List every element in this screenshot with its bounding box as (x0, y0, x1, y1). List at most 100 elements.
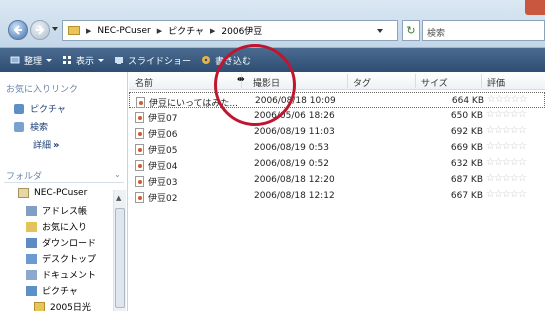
file-name: 伊豆06 (148, 130, 178, 140)
column-divider[interactable] (415, 74, 416, 88)
forward-arrow-icon (36, 25, 45, 35)
back-button[interactable] (8, 20, 28, 40)
column-divider[interactable] (347, 74, 348, 88)
favorite-link-pictures[interactable]: ピクチャ (14, 102, 66, 115)
organize-button[interactable]: 整理 (10, 54, 53, 67)
file-size: 692 KB (450, 127, 483, 137)
image-file-icon (135, 144, 144, 155)
file-size: 667 KB (450, 191, 483, 201)
file-date: 2006/08/19 11:03 (254, 127, 335, 137)
file-row[interactable]: 伊豆06 2006/08/19 11:03 692 KB ☆☆☆☆☆ (129, 124, 545, 140)
rating-stars[interactable]: ☆☆☆☆☆ (486, 157, 527, 168)
downloads-icon (26, 237, 37, 248)
column-header-name[interactable]: 名前 (135, 76, 153, 89)
column-header-date-taken[interactable]: 撮影日 (253, 76, 280, 89)
file-name: 伊豆04 (148, 162, 178, 172)
file-row[interactable]: 伊豆にいってはみた... 2006/08/18 10:09 664 KB ☆☆☆… (129, 92, 545, 109)
rating-stars[interactable]: ☆☆☆☆☆ (486, 109, 527, 120)
tree-item-label: アドレス帳 (42, 207, 88, 217)
tree-item-label: ダウンロード (42, 239, 97, 249)
address-bar-area: ▶ NEC-PCuser ▶ ピクチャ ▶ 2006伊豆 ↻ 検索 (0, 0, 545, 48)
breadcrumb-chevron-icon[interactable]: ▶ (210, 27, 215, 35)
favorite-link-search[interactable]: 検索 (14, 120, 48, 133)
pictures-icon (26, 285, 37, 296)
file-row[interactable]: 伊豆07 2006/05/06 18:26 650 KB ☆☆☆☆☆ (129, 108, 545, 124)
breadcrumb-item[interactable]: NEC-PCuser (97, 26, 150, 36)
file-row[interactable]: 伊豆02 2006/08/18 12:12 667 KB ☆☆☆☆☆ (129, 188, 545, 204)
rating-stars[interactable]: ☆☆☆☆☆ (486, 141, 527, 152)
tree-item-2005-nikko[interactable]: 2005日光 (34, 300, 91, 311)
file-date: 2006/05/06 18:26 (254, 111, 335, 121)
breadcrumb-chevron-icon[interactable]: ▶ (157, 27, 162, 35)
refresh-icon: ↻ (406, 24, 416, 37)
forward-button[interactable] (30, 20, 50, 40)
view-button[interactable]: 表示 (62, 54, 105, 67)
desktop-icon (26, 253, 37, 264)
address-dropdown-icon[interactable] (377, 29, 383, 33)
tree-item-desktop[interactable]: デスクトップ (26, 252, 96, 265)
chevron-down-icon[interactable]: ⌄ (114, 170, 121, 179)
breadcrumb-item[interactable]: ピクチャ (168, 24, 204, 37)
tree-item-favorites[interactable]: お気に入り (26, 220, 87, 233)
tree-item-pictures[interactable]: ピクチャ (26, 284, 78, 297)
burn-disc-icon (202, 56, 211, 64)
search-placeholder: 検索 (427, 29, 446, 39)
file-size: 632 KB (450, 159, 483, 169)
file-size: 664 KB (451, 96, 484, 106)
close-window-button[interactable] (525, 0, 545, 15)
file-size: 687 KB (450, 175, 483, 185)
tree-item-nec-pcuser[interactable]: NEC-PCuser (18, 188, 87, 198)
file-date: 2006/08/18 10:09 (255, 96, 336, 106)
tree-item-contacts[interactable]: アドレス帳 (26, 204, 87, 217)
file-name: 伊豆02 (148, 194, 178, 204)
double-chevron-icon: » (53, 140, 60, 151)
file-row[interactable]: 伊豆05 2006/08/19 0:53 669 KB ☆☆☆☆☆ (129, 140, 545, 156)
image-file-icon (135, 128, 144, 139)
folder-scrollbar[interactable]: ▲ (113, 190, 126, 311)
column-header-rating[interactable]: 評価 (487, 76, 505, 89)
folder-icon (68, 26, 80, 35)
refresh-button[interactable]: ↻ (402, 20, 420, 41)
column-header-size[interactable]: サイズ (421, 76, 448, 89)
file-date: 2006/08/18 12:20 (254, 175, 335, 185)
back-arrow-icon (13, 25, 22, 35)
details-link[interactable]: 詳細» (33, 138, 59, 151)
image-file-icon (135, 112, 144, 123)
file-row[interactable]: 伊豆03 2006/08/18 12:20 687 KB ☆☆☆☆☆ (129, 172, 545, 188)
tree-item-downloads[interactable]: ダウンロード (26, 236, 96, 249)
slideshow-button[interactable]: スライドショー (114, 54, 191, 67)
breadcrumb-item[interactable]: 2006伊豆 (221, 24, 262, 37)
file-name: 伊豆03 (148, 178, 178, 188)
folders-title[interactable]: フォルダ (6, 169, 42, 182)
recent-pages-dropdown[interactable] (52, 27, 58, 31)
rating-stars[interactable]: ☆☆☆☆☆ (486, 173, 527, 184)
breadcrumb-chevron-icon[interactable]: ▶ (86, 27, 91, 35)
tree-item-label: NEC-PCuser (34, 188, 88, 198)
view-label: 表示 (76, 56, 95, 67)
scroll-up-icon[interactable]: ▲ (116, 194, 121, 202)
contacts-icon (26, 205, 37, 216)
rating-stars[interactable]: ☆☆☆☆☆ (487, 94, 528, 105)
details-label: 詳細 (33, 141, 52, 151)
image-file-icon (135, 192, 144, 203)
address-field[interactable]: ▶ NEC-PCuser ▶ ピクチャ ▶ 2006伊豆 (62, 20, 398, 41)
file-size: 669 KB (450, 143, 483, 153)
tree-item-label: お気に入り (42, 223, 88, 233)
column-divider[interactable] (481, 74, 482, 88)
tree-item-label: ピクチャ (42, 287, 78, 297)
burn-button[interactable]: 書き込む (201, 54, 251, 67)
image-file-icon (136, 97, 145, 108)
tree-item-label: 2005日光 (50, 303, 91, 311)
scrollbar-thumb[interactable] (115, 208, 125, 308)
documents-icon (26, 269, 37, 280)
file-row[interactable]: 伊豆04 2006/08/19 0:52 632 KB ☆☆☆☆☆ (129, 156, 545, 172)
search-input[interactable]: 検索 (422, 20, 545, 41)
rating-stars[interactable]: ☆☆☆☆☆ (486, 189, 527, 200)
rating-stars[interactable]: ☆☆☆☆☆ (486, 125, 527, 136)
folder-icon (34, 301, 45, 311)
column-header-tags[interactable]: タグ (353, 76, 371, 89)
organize-icon (10, 56, 20, 64)
organize-label: 整理 (24, 56, 43, 67)
favorites-title: お気に入りリンク (6, 85, 79, 95)
tree-item-documents[interactable]: ドキュメント (26, 268, 96, 281)
